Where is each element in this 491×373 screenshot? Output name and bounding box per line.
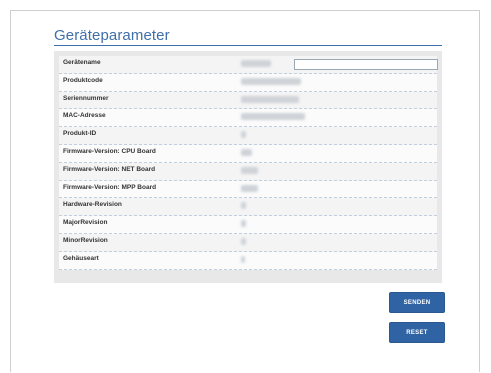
title-divider xyxy=(54,45,442,46)
redacted-value xyxy=(241,166,258,174)
row-label: Firmware-Version: NET Board xyxy=(63,165,156,173)
row-label: Firmware-Version: CPU Board xyxy=(63,147,156,155)
row-label: Gerätename xyxy=(63,59,101,66)
table-row-serial-number: Seriennummer xyxy=(59,91,437,110)
redacted-value xyxy=(241,60,271,67)
table-row-hardware-revision: Hardware-Revision xyxy=(59,198,437,217)
row-label: MajorRevision xyxy=(63,219,108,227)
redacted-value xyxy=(241,148,252,156)
row-label: Produkt-ID xyxy=(63,130,97,138)
row-label: Produktcode xyxy=(63,76,103,84)
row-label: Hardware-Revision xyxy=(63,201,122,209)
row-label: MAC-Adresse xyxy=(63,112,106,120)
table-row-mac-address: MAC-Adresse xyxy=(59,109,437,128)
table-row-major-revision: MajorRevision xyxy=(59,216,437,234)
row-label: Firmware-Version: MPP Board xyxy=(63,183,157,191)
table-row-housing-type: Gehäuseart xyxy=(59,251,437,270)
page-title: Geräteparameter xyxy=(54,27,170,44)
row-label: Gehäuseart xyxy=(63,254,99,262)
redacted-value xyxy=(241,131,246,139)
table-row-minor-revision: MinorRevision xyxy=(59,233,437,252)
redacted-value xyxy=(241,202,246,210)
redacted-value xyxy=(241,237,246,245)
send-button[interactable]: SENDEN xyxy=(389,292,445,313)
table-row-device-name: Gerätename xyxy=(59,56,438,74)
redacted-value xyxy=(241,113,305,121)
row-label: MinorRevision xyxy=(63,236,108,244)
table-row-firmware-mpp: Firmware-Version: MPP Board xyxy=(59,180,437,199)
device-name-input[interactable] xyxy=(294,59,438,70)
redacted-value xyxy=(241,184,258,192)
redacted-value xyxy=(241,255,245,263)
row-label: Seriennummer xyxy=(63,94,109,102)
redacted-value xyxy=(241,220,246,228)
redacted-value xyxy=(241,95,299,103)
reset-button[interactable]: RESET xyxy=(389,322,445,343)
redacted-value xyxy=(241,77,301,85)
parameters-table: Gerätename Produktcode Seriennummer MAC-… xyxy=(59,56,438,270)
table-row-firmware-net: Firmware-Version: NET Board xyxy=(59,162,437,181)
table-row-firmware-cpu: Firmware-Version: CPU Board xyxy=(59,144,437,163)
parameters-panel: Gerätename Produktcode Seriennummer MAC-… xyxy=(54,51,442,283)
table-row-product-id: Produkt-ID xyxy=(59,127,437,145)
table-row-product-code: Produktcode xyxy=(59,73,437,92)
